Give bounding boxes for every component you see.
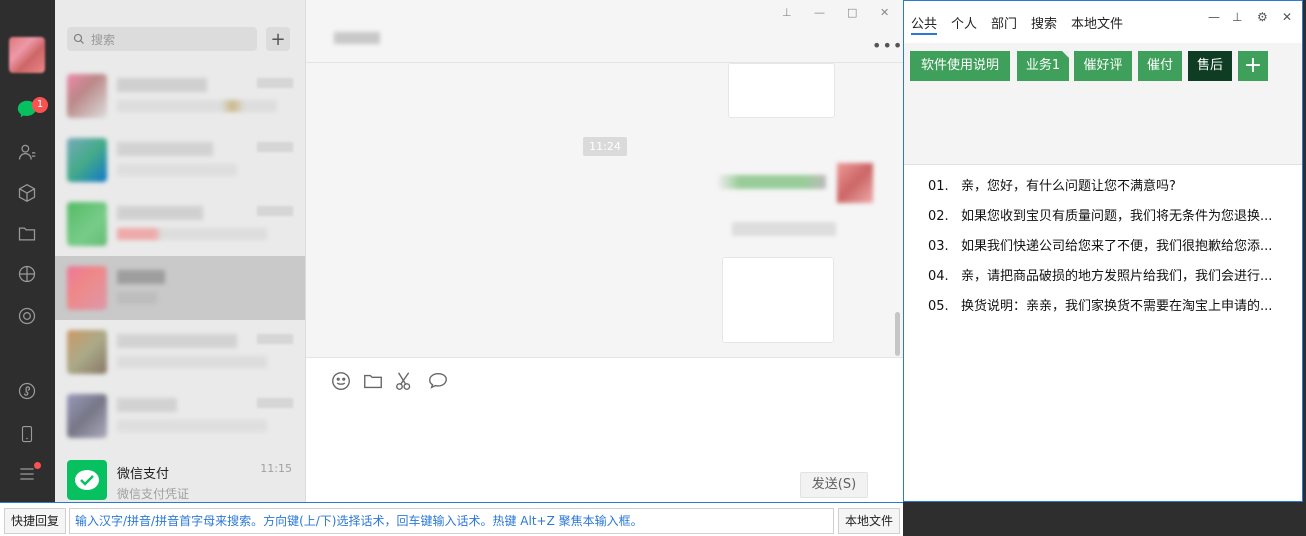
tab-public[interactable]: 公共 — [911, 13, 937, 32]
moments-icon[interactable] — [15, 262, 39, 286]
maximize-icon[interactable]: □ — [847, 6, 857, 19]
unread-badge: 1 — [32, 97, 48, 113]
avatar[interactable] — [9, 37, 45, 73]
corner-mark — [1062, 51, 1069, 58]
list-item-selected[interactable] — [55, 256, 305, 320]
panel-tabs: 公共 个人 部门 搜索 本地文件 — ⊥ ⚙ ✕ — [904, 1, 1302, 43]
local-file-button[interactable]: 本地文件 — [838, 508, 900, 534]
tab-personal[interactable]: 个人 — [951, 13, 977, 32]
contact-name: 微信支付 — [117, 467, 170, 482]
list-item-wechat-pay[interactable]: 微信支付 微信支付凭证 11:15 — [55, 452, 305, 502]
add-category-button[interactable]: + — [1238, 51, 1268, 81]
category-button[interactable]: 催好评 — [1074, 51, 1132, 81]
phrase-text: 如果您收到宝贝有质量问题，我们将无条件为您退换... — [961, 209, 1273, 224]
gear-icon[interactable]: ⚙ — [1257, 10, 1268, 24]
card-title — [732, 222, 836, 236]
notification-dot — [34, 462, 41, 469]
message-time: 11:15 — [260, 462, 292, 475]
list-item[interactable] — [55, 192, 305, 256]
phrase-text: 亲，您好，有什么问题让您不满意吗? — [961, 179, 1176, 194]
lens-icon[interactable] — [15, 304, 39, 328]
phrase-text: 亲，请把商品破损的地方发照片给我们，我们会进行... — [961, 269, 1273, 284]
list-item[interactable] — [55, 64, 305, 128]
phrase-number: 03. — [928, 239, 949, 254]
add-chat-button[interactable]: + — [266, 27, 290, 51]
category-button[interactable]: 软件使用说明 — [910, 51, 1010, 81]
more-icon[interactable]: ••• — [872, 36, 903, 55]
folder-icon[interactable] — [15, 222, 39, 246]
list-item[interactable] — [55, 384, 305, 448]
category-button[interactable]: 催付 — [1138, 51, 1182, 81]
time-divider: 11:24 — [583, 137, 627, 156]
phrase-item[interactable]: 01. 亲，您好，有什么问题让您不满意吗? — [928, 175, 1296, 194]
category-buttons: 软件使用说明 业务1 催好评 催付 售后 + — [904, 43, 1302, 165]
phrase-item[interactable]: 05. 换货说明：亲亲，我们家换货不需要在淘宝上申请的... — [928, 295, 1296, 314]
tab-search[interactable]: 搜索 — [1031, 13, 1057, 32]
phone-icon[interactable] — [15, 422, 39, 446]
close-icon[interactable]: ✕ — [1282, 10, 1292, 24]
phrase-number: 02. — [928, 209, 949, 224]
scissors-icon[interactable] — [394, 370, 416, 392]
sender-name — [718, 175, 826, 189]
pin-icon[interactable]: ⊥ — [1232, 10, 1242, 24]
search-icon — [73, 33, 84, 44]
search-placeholder: 搜索 — [91, 32, 116, 47]
category-button-selected[interactable]: 售后 — [1188, 51, 1232, 81]
emoji-icon[interactable] — [330, 370, 352, 392]
message-card[interactable] — [728, 63, 835, 118]
phrase-number: 04. — [928, 269, 949, 284]
phrase-number: 05. — [928, 299, 949, 314]
phrase-text: 换货说明：亲亲，我们家换货不需要在淘宝上申请的... — [961, 299, 1273, 314]
scrollbar[interactable] — [895, 312, 900, 356]
chat-window: ⊥ — □ ✕ ••• 11:24 发送(S) — [305, 0, 904, 502]
folder-icon[interactable] — [362, 370, 384, 392]
message-input-area[interactable]: 发送(S) — [306, 357, 904, 502]
category-button[interactable]: 业务1 — [1017, 51, 1069, 81]
wechat-pay-icon — [67, 460, 107, 500]
chat-list: 搜索 + 微信支付 微信支付凭证 11:15 — [55, 0, 305, 502]
search-input[interactable]: 搜索 — [67, 27, 257, 51]
phrase-text: 如果我们快递公司给您来了不便，我们很抱歉给您添... — [961, 239, 1273, 254]
phrase-item[interactable]: 04. 亲，请把商品破损的地方发照片给我们，我们会进行... — [928, 265, 1296, 284]
category-button-label: 业务1 — [1025, 58, 1061, 73]
phrase-item[interactable]: 02. 如果您收到宝贝有质量问题，我们将无条件为您退换... — [928, 205, 1296, 224]
quick-reply-button[interactable]: 快捷回复 — [4, 508, 66, 534]
close-icon[interactable]: ✕ — [880, 6, 889, 19]
tab-department[interactable]: 部门 — [991, 13, 1017, 32]
minimize-icon[interactable]: — — [1208, 10, 1220, 24]
send-button[interactable]: 发送(S) — [800, 472, 868, 498]
phrase-item[interactable]: 03. 如果我们快递公司给您来了不便，我们很抱歉给您添... — [928, 235, 1296, 254]
contacts-icon[interactable] — [15, 140, 39, 164]
chat-title — [334, 32, 380, 44]
pin-icon[interactable]: ⊥ — [782, 6, 792, 19]
chat-bubble-icon[interactable] — [427, 370, 449, 392]
phrase-number: 01. — [928, 179, 949, 194]
last-message: 微信支付凭证 — [117, 487, 190, 501]
sender-avatar[interactable] — [837, 163, 873, 203]
side-nav: 1 — [0, 0, 55, 502]
app-root: 1 搜索 + 微信支付 微信支付凭证 11:15 ⊥ — □ ✕ ••• 11:… — [0, 0, 1306, 536]
minimize-icon[interactable]: — — [814, 6, 825, 19]
tab-local-file[interactable]: 本地文件 — [1071, 13, 1123, 32]
list-item[interactable] — [55, 320, 305, 384]
list-item[interactable] — [55, 128, 305, 192]
cube-icon[interactable] — [15, 181, 39, 205]
quick-reply-bar: 快捷回复 输入汉字/拼音/拼音首字母来搜索。方向键(上/下)选择话术，回车键输入… — [0, 502, 903, 536]
message-card[interactable] — [722, 257, 834, 343]
desktop-background — [903, 502, 1306, 536]
mini-program-icon[interactable] — [15, 379, 39, 403]
phrase-search-input[interactable]: 输入汉字/拼音/拼音首字母来搜索。方向键(上/下)选择话术，回车键输入话术。热键… — [69, 508, 834, 534]
quick-reply-panel: 公共 个人 部门 搜索 本地文件 — ⊥ ⚙ ✕ 软件使用说明 业务1 催好评 … — [903, 0, 1303, 502]
active-tab-indicator — [911, 33, 937, 35]
